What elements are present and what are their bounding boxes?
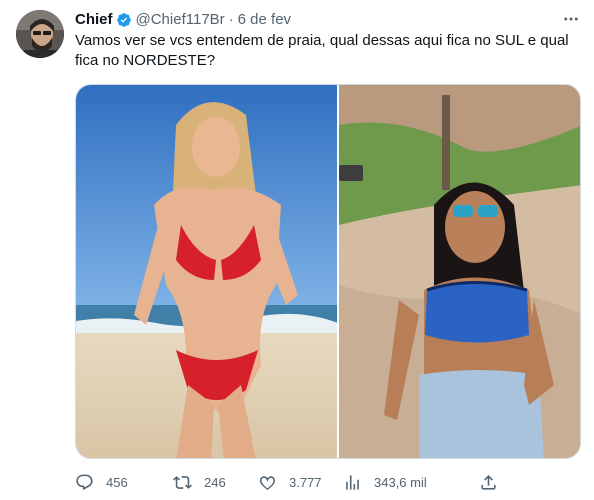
separator-dot: · <box>228 11 234 28</box>
beach-photo-right[interactable] <box>336 85 580 458</box>
views-button[interactable]: 343,6 mil <box>343 470 427 494</box>
like-count: 3.777 <box>289 474 322 490</box>
views-count: 343,6 mil <box>374 474 427 490</box>
beach-photo-left[interactable] <box>76 85 337 458</box>
avatar[interactable] <box>16 10 64 58</box>
share-button[interactable] <box>479 470 498 494</box>
reply-count: 456 <box>106 474 128 490</box>
author-name[interactable]: Chief <box>75 11 113 29</box>
like-button[interactable]: 3.777 <box>258 470 322 494</box>
like-icon <box>259 475 276 490</box>
views-icon <box>346 474 359 490</box>
reply-button[interactable]: 456 <box>75 470 128 494</box>
retweet-button[interactable]: 246 <box>173 470 226 494</box>
tweet-date[interactable]: 6 de fev <box>238 11 291 29</box>
more-options-icon[interactable] <box>560 10 582 28</box>
tweet[interactable]: Chief @Chief117Br · 6 de fev Vamos ver s… <box>0 0 594 500</box>
author-handle[interactable]: @Chief117Br <box>136 11 225 29</box>
retweet-count: 246 <box>204 474 226 490</box>
share-icon <box>481 474 496 490</box>
tweet-text: Vamos ver se vcs entendem de praia, qual… <box>75 32 569 69</box>
reply-icon <box>76 474 93 490</box>
verified-badge-icon <box>116 12 132 28</box>
tweet-header: Chief @Chief117Br · 6 de fev <box>75 11 291 29</box>
tweet-media[interactable] <box>75 84 581 459</box>
tweet-actions: 456 246 3.777 343,6 mil <box>75 470 505 494</box>
retweet-icon <box>173 475 192 489</box>
